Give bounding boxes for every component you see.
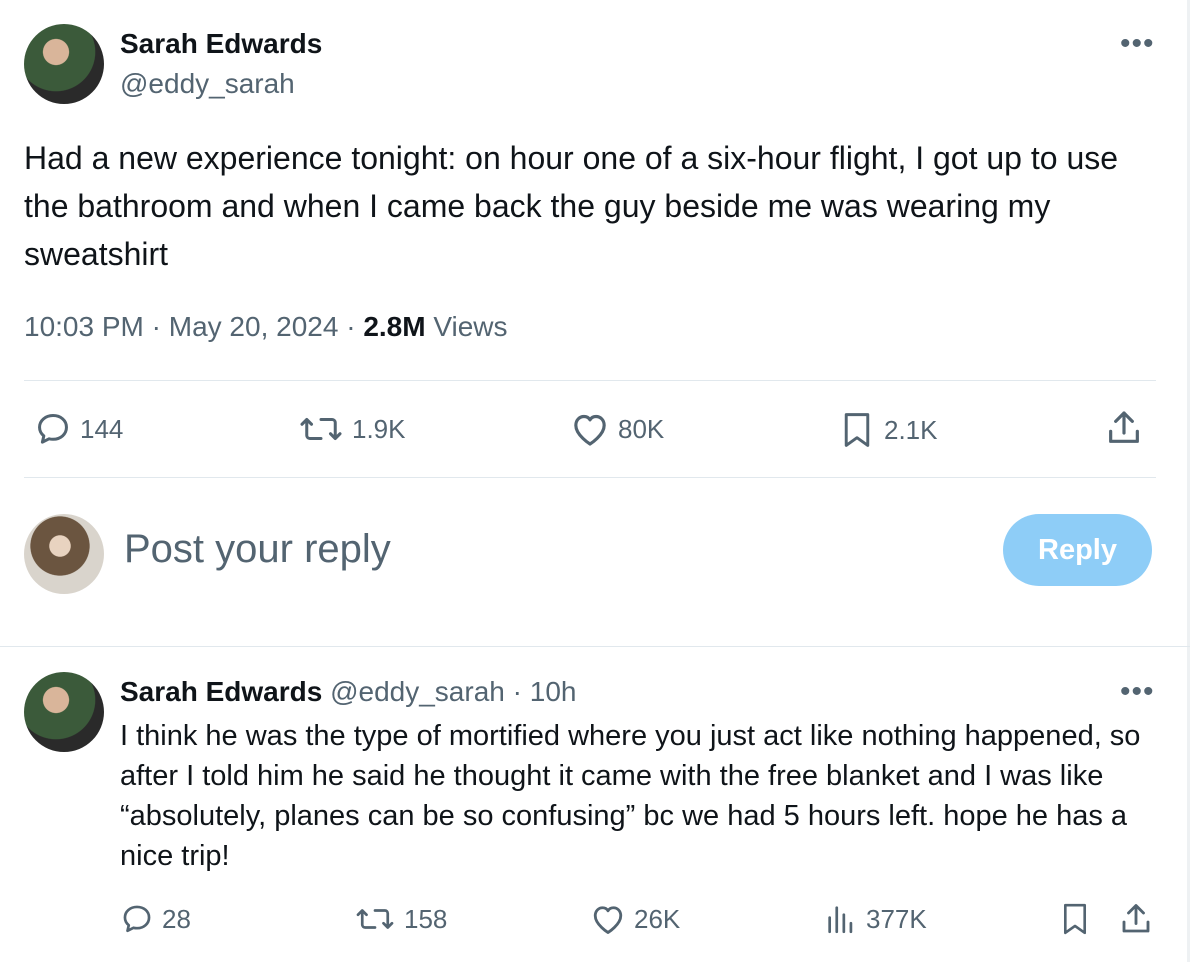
reply-header: Sarah Edwards @eddy_sarah · 10h — [120, 676, 576, 708]
analytics-icon — [828, 906, 853, 934]
bookmark-action[interactable]: 2.1K — [838, 410, 938, 450]
reply-author-avatar[interactable] — [24, 672, 104, 752]
post-text: Had a new experience tonight: on hour on… — [24, 140, 1119, 272]
repost-icon — [356, 909, 394, 929]
reply-repost-count: 158 — [404, 903, 448, 934]
reply-like-count: 26K — [634, 903, 681, 934]
reply-more-options-icon[interactable]: ••• — [1120, 677, 1155, 707]
divider — [24, 477, 1156, 478]
header-separator: · — [512, 676, 522, 707]
current-user-avatar[interactable] — [24, 514, 104, 594]
views-label: Views — [433, 311, 508, 342]
heart-icon — [593, 906, 623, 934]
repost-icon — [300, 417, 342, 441]
repost-action[interactable]: 1.9K — [298, 410, 406, 448]
reply-views-count: 377K — [866, 903, 927, 934]
repost-count: 1.9K — [352, 413, 406, 444]
reply-bookmark-action[interactable] — [1058, 901, 1092, 937]
reply-share-action[interactable] — [1118, 901, 1154, 937]
meta-separator: · — [151, 311, 161, 342]
divider — [24, 380, 1156, 381]
author-name[interactable]: Sarah Edwards — [120, 28, 322, 60]
reply-icon — [38, 414, 68, 444]
reply-like-action[interactable]: 26K — [590, 902, 680, 936]
reply-reply-action[interactable]: 28 — [120, 902, 191, 936]
bookmark-icon — [1063, 903, 1087, 935]
share-action[interactable] — [1104, 408, 1144, 448]
like-count: 80K — [618, 413, 665, 444]
reply-action[interactable]: 144 — [34, 410, 123, 448]
post-time[interactable]: 10:03 PM — [24, 311, 144, 342]
reply-count: 144 — [80, 413, 124, 444]
reply-icon — [123, 905, 151, 933]
views-count[interactable]: 2.8M — [363, 311, 425, 342]
reply-author-handle[interactable]: @eddy_sarah — [330, 676, 505, 707]
bookmark-icon — [844, 413, 870, 447]
more-options-icon[interactable]: ••• — [1120, 29, 1155, 59]
reply-input[interactable]: Post your reply — [124, 527, 391, 572]
reply-views-action[interactable]: 377K — [824, 902, 927, 936]
author-handle[interactable]: @eddy_sarah — [120, 68, 295, 100]
author-avatar[interactable] — [24, 24, 104, 104]
reply-reply-count: 28 — [162, 903, 191, 934]
section-divider — [0, 646, 1190, 647]
post-date[interactable]: May 20, 2024 — [169, 311, 339, 342]
reply-author-name[interactable]: Sarah Edwards — [120, 676, 322, 707]
share-icon — [1122, 904, 1150, 933]
share-icon — [1109, 411, 1139, 443]
like-action[interactable]: 80K — [570, 410, 664, 448]
heart-icon — [574, 414, 606, 446]
reply-time[interactable]: 10h — [530, 676, 577, 707]
reply-repost-action[interactable]: 158 — [354, 902, 447, 936]
meta-separator: · — [346, 311, 356, 342]
bookmark-count: 2.1K — [884, 414, 938, 445]
reply-text: I think he was the type of mortified whe… — [120, 720, 1141, 872]
reply-button[interactable]: Reply — [1003, 514, 1152, 586]
post-meta: 10:03 PM · May 20, 2024 · 2.8M Views — [24, 311, 508, 343]
